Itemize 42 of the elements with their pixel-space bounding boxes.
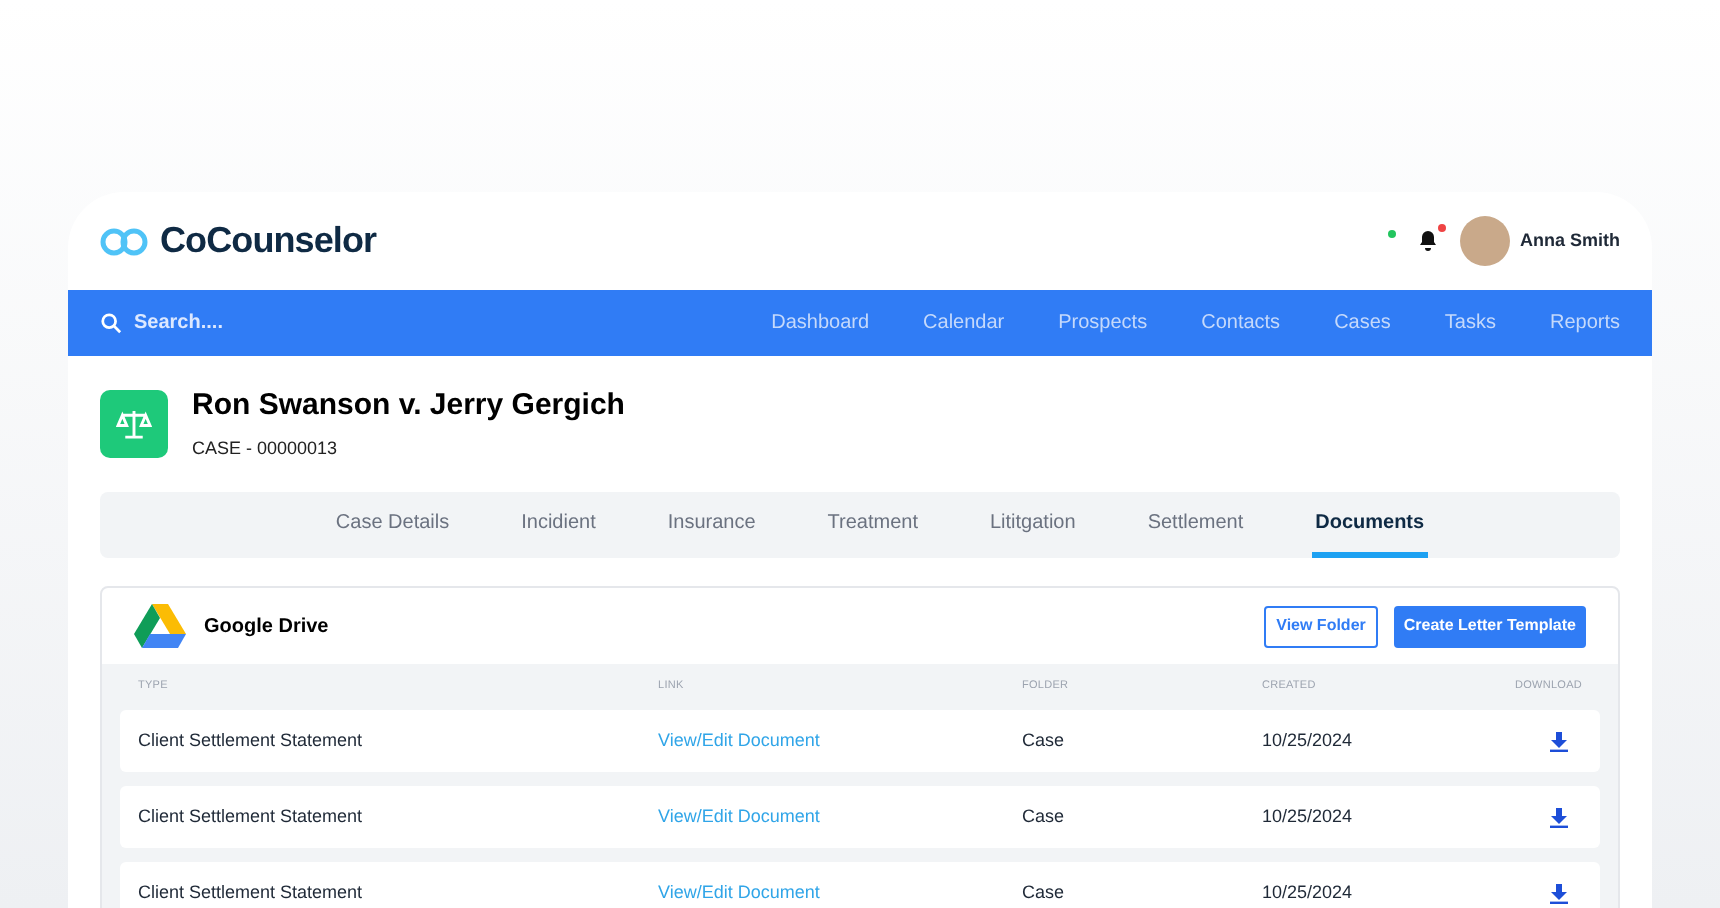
notification-bell-icon[interactable] <box>1415 228 1440 254</box>
folder-cell-text: Case <box>1022 879 1067 906</box>
type-cell-text: Client Settlement Statement <box>138 727 365 754</box>
document-link[interactable]: View/Edit Document <box>658 803 1022 831</box>
logo-icon <box>100 227 148 255</box>
download-icon[interactable] <box>1550 731 1568 751</box>
drive-logo-icon <box>134 604 186 648</box>
tab[interactable]: Insurance <box>663 492 760 558</box>
case-number: CASE - 00000013 <box>192 435 340 461</box>
nav-link[interactable]: Cases <box>1334 308 1391 338</box>
document-link[interactable]: View/Edit Document <box>658 879 1022 907</box>
view-folder-button[interactable]: View Folder <box>1264 605 1378 647</box>
tab[interactable]: Documents <box>1311 492 1429 558</box>
create-template-button[interactable]: Create Letter Template <box>1393 605 1586 647</box>
created-cell-text: 10/25/2024 <box>1262 803 1355 830</box>
brand-name: CoCounselor <box>160 218 377 264</box>
download-icon[interactable] <box>1550 883 1568 903</box>
folder-cell-text: Case <box>1022 727 1067 754</box>
tab[interactable]: Treatment <box>823 492 922 558</box>
folder-cell-text: Case <box>1022 803 1067 830</box>
tab[interactable]: Settlement <box>1143 492 1248 558</box>
type-cell-text: Client Settlement Statement <box>138 803 365 830</box>
document-link[interactable]: View/Edit Document <box>658 727 1022 755</box>
nav-link[interactable]: Dashboard <box>771 308 870 338</box>
user-name: Anna Smith <box>1519 227 1620 254</box>
tab[interactable]: Case Details <box>331 492 454 558</box>
scales-icon <box>100 389 168 457</box>
tab[interactable]: Lititgation <box>986 492 1080 558</box>
search-field[interactable]: Search.... <box>134 308 434 338</box>
search-icon <box>100 312 122 334</box>
case-title: Ron Swanson v. Jerry Gergich <box>192 386 625 426</box>
created-cell-text: 10/25/2024 <box>1262 727 1355 754</box>
type-cell-text: Client Settlement Statement <box>138 879 365 906</box>
nav-link[interactable]: Reports <box>1549 308 1620 338</box>
created-cell-text: 10/25/2024 <box>1262 879 1355 906</box>
nav-link[interactable]: Contacts <box>1201 308 1281 338</box>
nav-link[interactable]: Calendar <box>923 308 1005 338</box>
nav-link[interactable]: Prospects <box>1058 308 1148 338</box>
tab[interactable]: Incidient <box>517 492 600 558</box>
nav-link[interactable]: Tasks <box>1444 308 1496 338</box>
drive-title: Google Drive <box>204 613 329 641</box>
download-icon[interactable] <box>1550 807 1568 827</box>
